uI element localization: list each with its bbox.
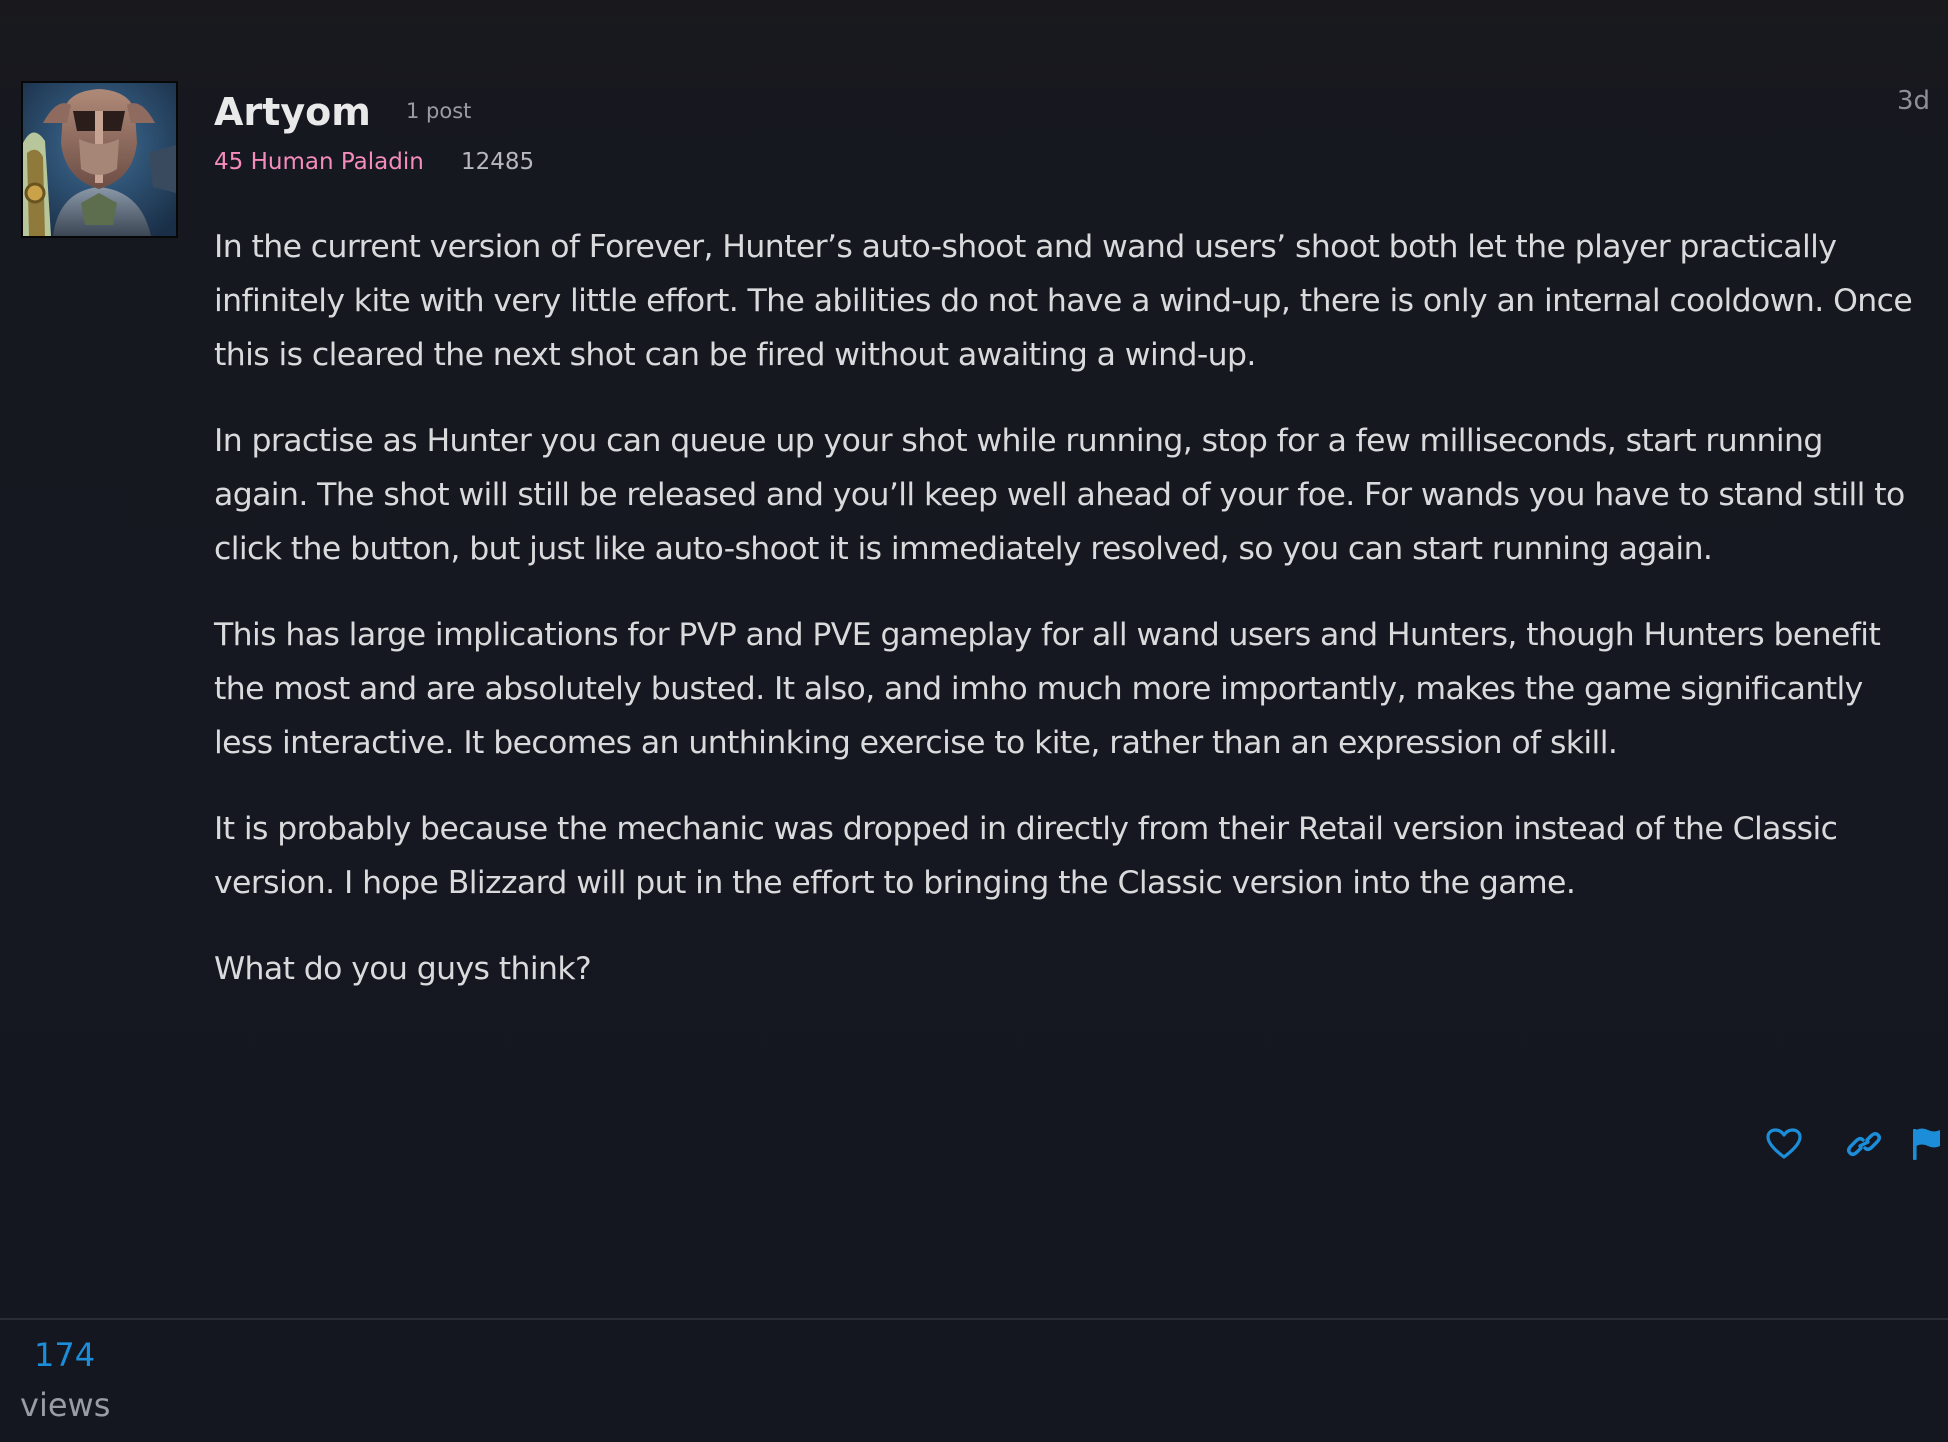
post-body: In the current version of Forever, Hunte…	[214, 220, 1914, 1028]
flag-button[interactable]	[1904, 1118, 1948, 1170]
post-paragraph: It is probably because the mechanic was …	[214, 811, 1838, 901]
paladin-portrait-image	[23, 83, 176, 236]
share-link-button[interactable]	[1842, 1118, 1886, 1170]
views-count: 174	[34, 1336, 96, 1374]
post-paragraph: This has large implications for PVP and …	[214, 617, 1881, 761]
topic-post: Artyom 1 post 45 Human Paladin 12485 3d …	[0, 0, 1948, 1318]
heart-icon	[1766, 1128, 1802, 1159]
post-date[interactable]: 3d	[1897, 84, 1930, 118]
post-paragraph: In the current version of Forever, Hunte…	[214, 229, 1913, 373]
post-paragraph: What do you guys think?	[214, 951, 592, 987]
post-paragraph: In practise as Hunter you can queue up y…	[214, 423, 1905, 567]
flag-icon	[1913, 1128, 1940, 1160]
achievement-points: 12485	[461, 149, 535, 175]
post-count: 1 post	[406, 99, 472, 123]
views-label: views	[20, 1386, 111, 1424]
username[interactable]: Artyom	[214, 88, 371, 136]
post-divider	[0, 1318, 1948, 1320]
character-info: 45 Human Paladin	[214, 149, 424, 175]
like-button[interactable]	[1762, 1118, 1806, 1170]
link-icon	[1847, 1132, 1881, 1156]
avatar[interactable]	[21, 81, 178, 238]
